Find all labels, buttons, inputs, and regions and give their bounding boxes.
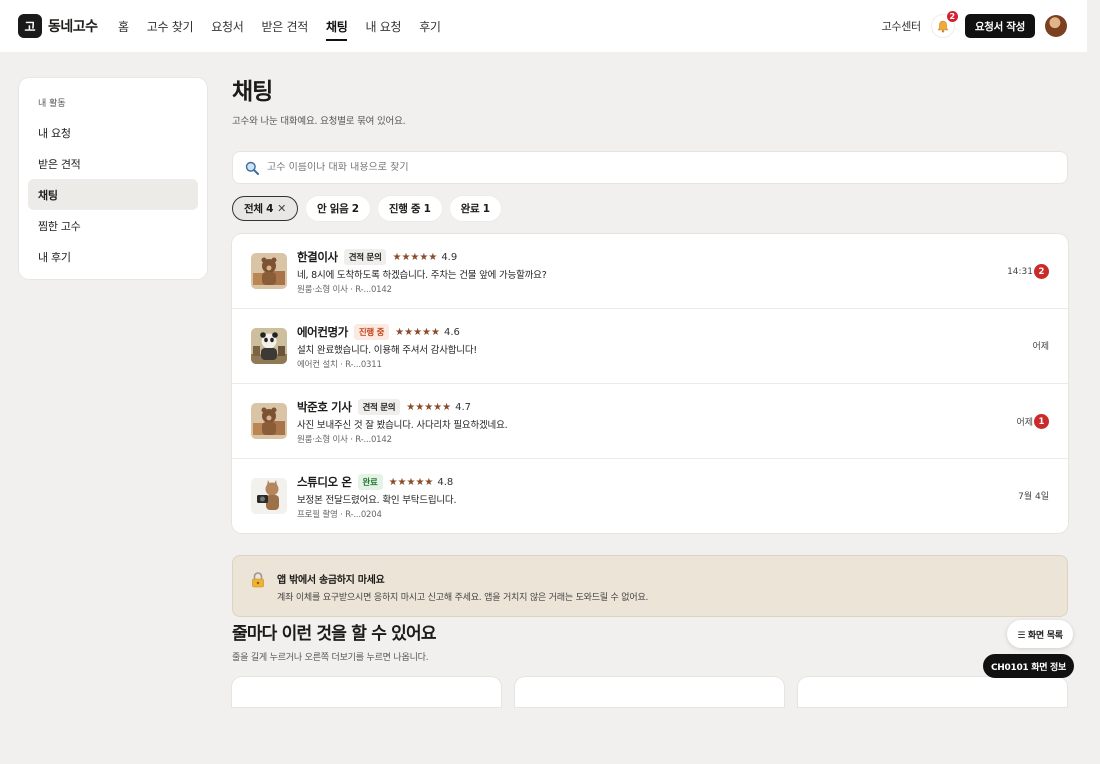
nav-reviews[interactable]: 후기 — [419, 0, 441, 52]
chat-time-wrap: 어제 — [1032, 339, 1049, 352]
message-time: 7월 4일 — [1018, 492, 1049, 502]
request-meta: 원룸·소형 이사 · R-...0142 — [297, 435, 392, 445]
request-meta: 원룸·소형 이사 · R-...0142 — [297, 285, 392, 295]
filter-done[interactable]: 완료 1 — [449, 196, 501, 221]
nav-requests[interactable]: 요청서 — [211, 0, 244, 52]
page-subtitle: 고수와 나눈 대화예요. 요청별로 묶여 있어요. — [232, 116, 406, 127]
sidebar-item-favorites[interactable]: 찜한 고수 — [28, 210, 198, 241]
chat-header: 한결이사 견적 문의 ★★★★★ 4.9 — [297, 249, 457, 265]
sidebar-heading: 내 활동 — [38, 99, 66, 109]
top-header: 고 동네고수 홈 고수 찾기 요청서 받은 견적 채팅 내 요청 후기 고수센터… — [0, 0, 1087, 52]
sidebar-item-my-reviews[interactable]: 내 후기 — [28, 241, 198, 272]
user-avatar[interactable] — [1045, 15, 1067, 37]
notification-badge: 2 — [945, 10, 959, 23]
status-badge: 견적 문의 — [343, 249, 387, 265]
star-rating: ★★★★★ — [395, 326, 440, 338]
filter-unread[interactable]: 안 읽음 2 — [306, 196, 370, 221]
rating-value: 4.7 — [455, 401, 471, 413]
search-box[interactable] — [232, 151, 1068, 184]
sidebar: 내 활동 내 요청 받은 견적 채팅 찜한 고수 내 후기 — [19, 78, 207, 279]
rating-value: 4.8 — [437, 476, 454, 488]
last-message: 보정본 전달드렸어요. 확인 부탁드립니다. — [297, 495, 457, 506]
nav-find-pro[interactable]: 고수 찾기 — [147, 0, 194, 52]
chat-list: 한결이사 견적 문의 ★★★★★ 4.9 네, 8시에 도착하도록 하겠습니다.… — [232, 234, 1068, 533]
bell-icon — [937, 20, 949, 32]
status-badge: 견적 문의 — [357, 399, 401, 415]
message-time: 어제 — [1032, 342, 1049, 352]
star-rating: ★★★★★ — [388, 476, 434, 488]
pro-thumbnail — [251, 253, 287, 289]
screen-info-button[interactable]: CH0101 화면 정보 — [983, 654, 1074, 678]
status-badge: 완료 — [357, 474, 383, 490]
feature-card[interactable] — [798, 677, 1067, 707]
section-title: 줄마다 이런 것을 할 수 있어요 — [232, 624, 436, 644]
rating-value: 4.6 — [443, 326, 460, 338]
chat-time-wrap: 어제 1 — [1016, 414, 1049, 429]
chat-row[interactable]: 박준호 기사 견적 문의 ★★★★★ 4.7 사진 보내주신 것 잘 봤습니다.… — [232, 384, 1068, 459]
pro-name: 박준호 기사 — [297, 400, 352, 414]
last-message: 네, 8시에 도착하도록 하겠습니다. 주차는 건물 앞에 가능할까요? — [297, 270, 547, 281]
request-meta: 프로필 촬영 · R-...0204 — [297, 510, 382, 520]
brand-name[interactable]: 동네고수 — [48, 16, 98, 36]
nav-home[interactable]: 홈 — [118, 0, 129, 52]
filter-all[interactable]: 전체 4 ✕ — [232, 196, 299, 221]
sidebar-item-quotes[interactable]: 받은 견적 — [28, 148, 198, 179]
pro-name: 스튜디오 온 — [297, 475, 352, 489]
lock-icon — [252, 572, 264, 588]
sidebar-item-chat[interactable]: 채팅 — [28, 179, 198, 210]
pro-thumbnail — [251, 403, 287, 439]
message-time: 14:31 — [1007, 266, 1033, 277]
close-icon[interactable]: ✕ — [277, 202, 286, 215]
filter-chips: 전체 4 ✕ 안 읽음 2 진행 중 1 완료 1 — [232, 196, 1068, 221]
feature-card[interactable] — [232, 677, 501, 707]
nav-quotes[interactable]: 받은 견적 — [261, 0, 308, 52]
rating-value: 4.9 — [441, 251, 458, 263]
notice-body: 계좌 이체를 요구받으시면 응하지 마시고 신고해 주세요. 앱을 거치지 않은… — [277, 593, 649, 603]
write-request-button[interactable]: 요청서 작성 — [964, 14, 1035, 38]
chat-row[interactable]: 스튜디오 온 완료 ★★★★★ 4.8 보정본 전달드렸어요. 확인 부탁드립니… — [232, 459, 1068, 533]
star-rating: ★★★★★ — [392, 251, 438, 263]
filter-all-label: 전체 4 — [244, 203, 274, 215]
screen-list-button[interactable]: ☰ 화면 목록 — [1007, 620, 1073, 648]
last-message: 사진 보내주신 것 잘 봤습니다. 사다리차 필요하겠네요. — [297, 420, 508, 431]
chat-row[interactable]: 한결이사 견적 문의 ★★★★★ 4.9 네, 8시에 도착하도록 하겠습니다.… — [232, 234, 1068, 309]
request-meta: 에어컨 설치 · R-...0311 — [297, 360, 382, 370]
pro-name: 한결이사 — [297, 250, 338, 264]
pro-name: 에어컨명가 — [297, 325, 348, 339]
star-rating: ★★★★★ — [406, 401, 452, 413]
safety-notice: 앱 밖에서 송금하지 마세요 계좌 이체를 요구받으시면 응하지 마시고 신고해… — [232, 555, 1068, 617]
notification-button[interactable]: 2 — [930, 10, 959, 38]
chat-row[interactable]: 에어컨명가 진행 중 ★★★★★ 4.6 설치 완료했습니다. 이용해 주셔서 … — [232, 309, 1068, 384]
section-subtitle: 줄을 길게 누르거나 오른쪽 더보기를 누르면 나옵니다. — [232, 653, 429, 663]
message-time: 어제 — [1016, 418, 1033, 428]
nav-chat[interactable]: 채팅 — [325, 0, 348, 52]
unread-badge: 1 — [1034, 414, 1049, 429]
page-title: 채팅 — [232, 79, 273, 105]
nav-my-requests[interactable]: 내 요청 — [365, 0, 401, 52]
chat-header: 에어컨명가 진행 중 ★★★★★ 4.6 — [297, 324, 460, 340]
chat-time-wrap: 14:31 2 — [1007, 264, 1049, 279]
notice-title: 앱 밖에서 송금하지 마세요 — [277, 575, 385, 586]
chat-time-wrap: 7월 4일 — [1018, 489, 1049, 502]
status-badge: 진행 중 — [353, 324, 390, 340]
feature-cards — [232, 677, 1068, 707]
header-actions: 고수센터 2 요청서 작성 — [882, 0, 1067, 52]
chat-header: 박준호 기사 견적 문의 ★★★★★ 4.7 — [297, 399, 471, 415]
logo-icon[interactable]: 고 — [18, 14, 42, 38]
search-input[interactable] — [267, 162, 967, 173]
sidebar-item-my-requests[interactable]: 내 요청 — [28, 117, 198, 148]
pro-thumbnail — [251, 328, 287, 364]
main-nav: 홈 고수 찾기 요청서 받은 견적 채팅 내 요청 후기 — [118, 0, 459, 52]
last-message: 설치 완료했습니다. 이용해 주셔서 감사합니다! — [297, 345, 477, 356]
feature-card[interactable] — [515, 677, 784, 707]
chat-header: 스튜디오 온 완료 ★★★★★ 4.8 — [297, 474, 453, 490]
search-icon — [245, 161, 259, 175]
filter-in-progress[interactable]: 진행 중 1 — [377, 196, 442, 221]
main-content: 채팅 고수와 나눈 대화예요. 요청별로 묶여 있어요. 전체 4 ✕ 안 읽음… — [232, 78, 1068, 707]
unread-badge: 2 — [1034, 264, 1049, 279]
pro-thumbnail — [251, 478, 287, 514]
pro-center-link[interactable]: 고수센터 — [882, 18, 922, 34]
